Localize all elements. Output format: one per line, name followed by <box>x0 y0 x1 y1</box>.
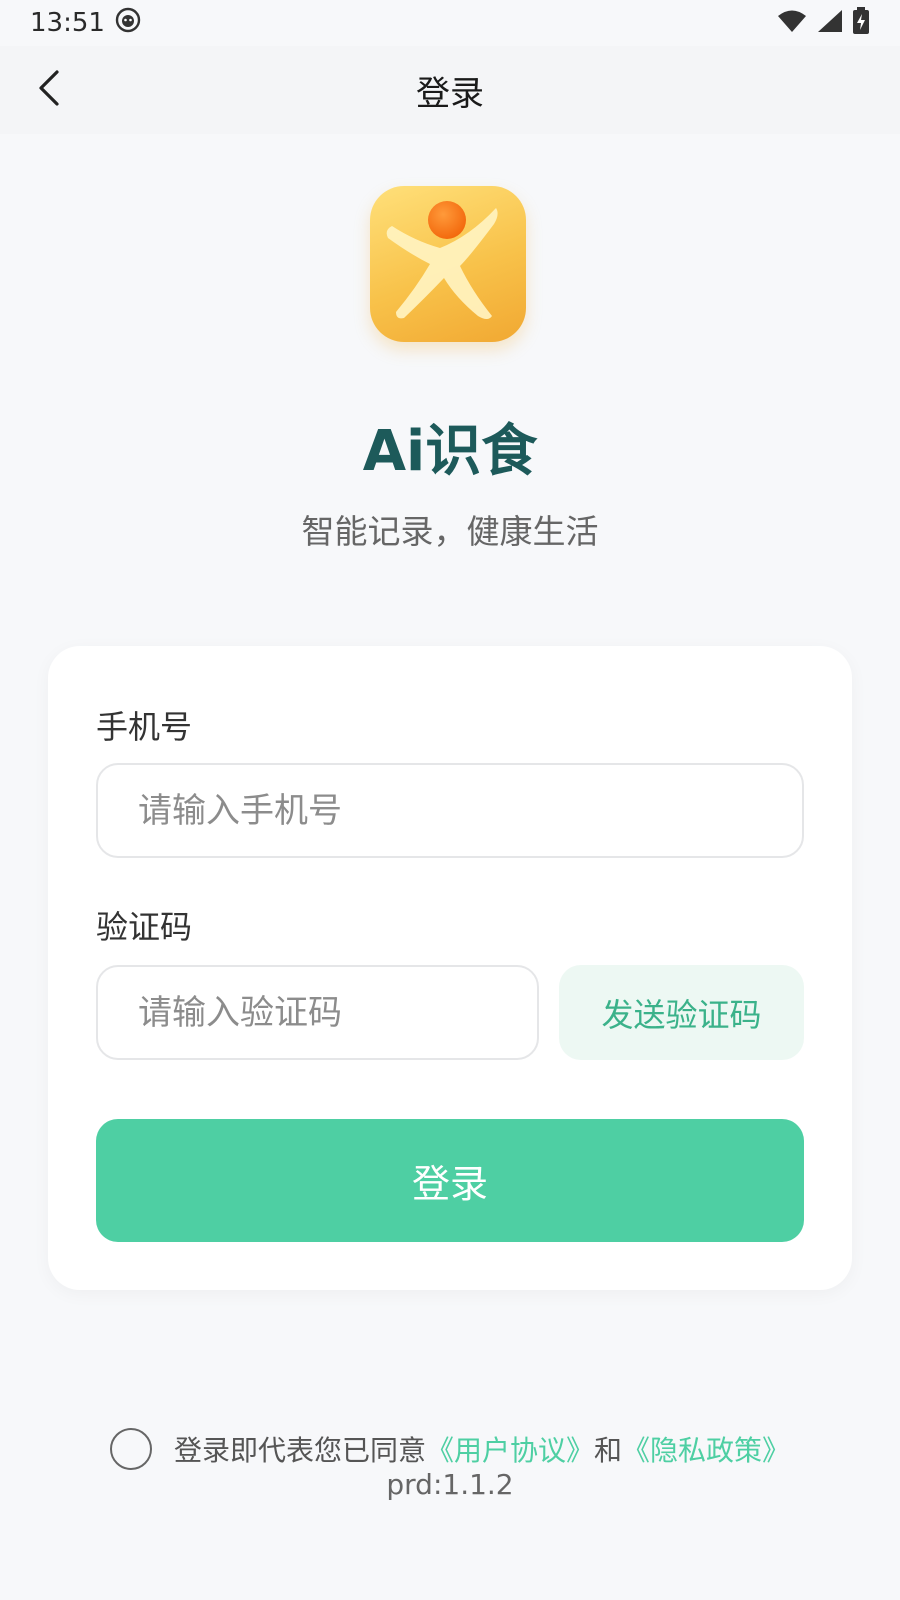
phone-input[interactable] <box>138 790 802 831</box>
status-bar: 13:51 <box>0 0 900 46</box>
phone-label: 手机号 <box>96 708 193 746</box>
agreement-row: 登录即代表您已同意 《用户协议》 和 《隐私政策》 <box>0 1428 900 1470</box>
chevron-left-icon <box>35 68 65 112</box>
wifi-icon <box>776 8 808 38</box>
app-logo-icon <box>370 186 526 342</box>
login-card: 手机号 验证码 发送验证码 登录 <box>48 646 852 1290</box>
agreement-prefix: 登录即代表您已同意 <box>173 1434 426 1467</box>
agreement-checkbox[interactable] <box>109 1428 152 1470</box>
nav-bar: 登录 <box>0 46 900 134</box>
app-name: Ai识食 <box>362 419 538 484</box>
page-title: 登录 <box>416 73 484 114</box>
battery-charging-icon <box>852 7 870 39</box>
code-field[interactable] <box>96 965 539 1060</box>
version-text: prd:1.1.2 <box>386 1468 514 1501</box>
signal-icon <box>816 8 844 38</box>
android-face-icon <box>115 7 141 40</box>
login-button[interactable]: 登录 <box>96 1119 804 1242</box>
send-code-button[interactable]: 发送验证码 <box>559 965 804 1060</box>
user-agreement-link[interactable]: 《用户协议》 <box>426 1429 594 1469</box>
privacy-policy-link[interactable]: 《隐私政策》 <box>622 1429 790 1469</box>
status-left: 13:51 <box>30 7 141 40</box>
phone-field[interactable] <box>96 763 804 858</box>
app-slogan: 智能记录，健康生活 <box>301 512 599 551</box>
status-time: 13:51 <box>30 8 105 38</box>
code-input[interactable] <box>138 992 537 1033</box>
agreement-conjunction: 和 <box>594 1434 623 1467</box>
back-button[interactable] <box>24 64 76 116</box>
code-label: 验证码 <box>96 908 193 946</box>
status-right <box>776 7 870 39</box>
